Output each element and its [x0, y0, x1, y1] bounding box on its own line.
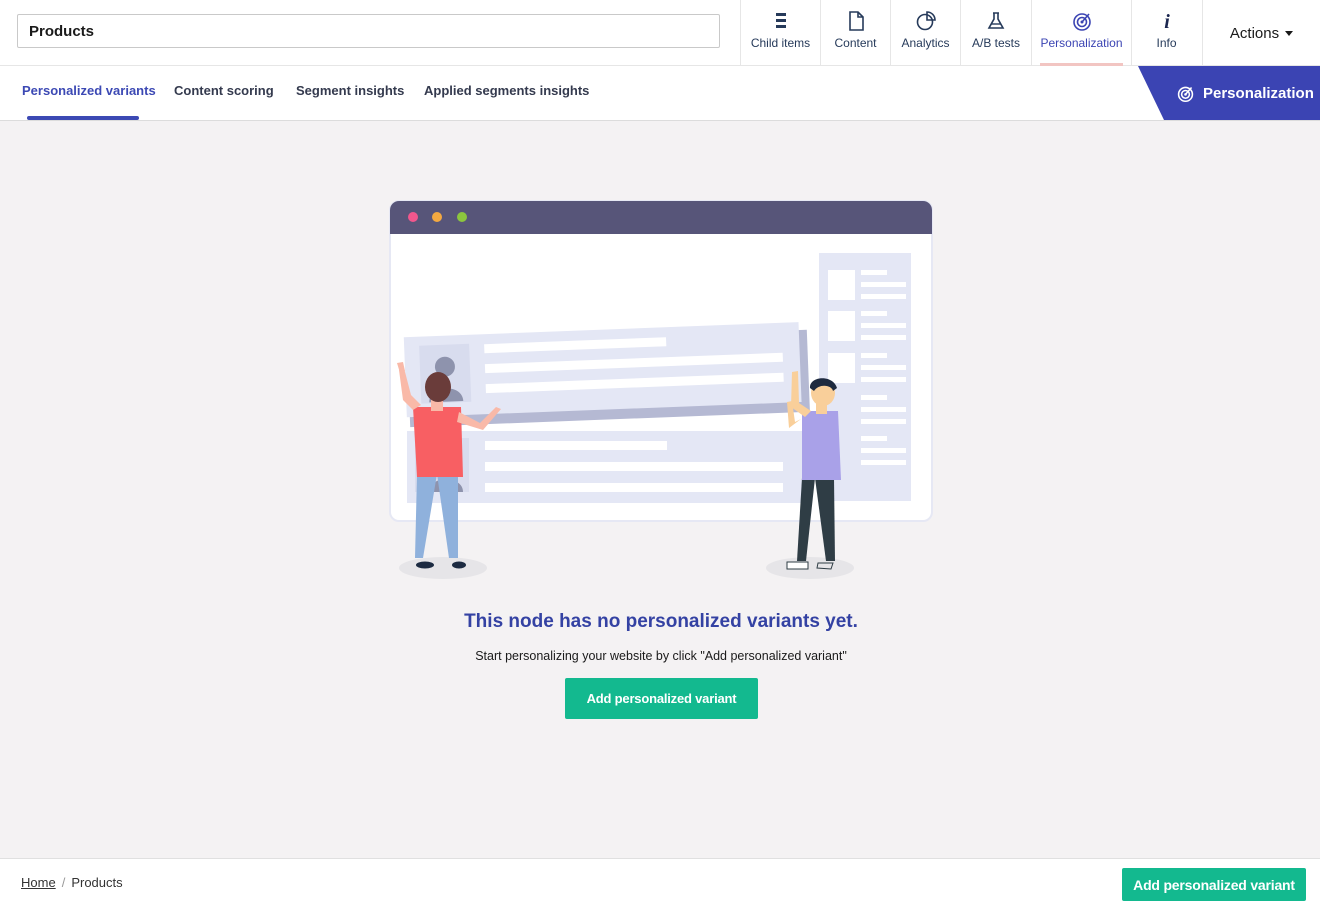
tab-segment-insights[interactable]: Segment insights	[296, 66, 404, 120]
target-icon	[1177, 86, 1194, 102]
target-icon	[1072, 13, 1091, 31]
page-name-input[interactable]	[17, 14, 720, 48]
app-personalization[interactable]: Personalization	[1031, 0, 1131, 66]
flask-icon	[987, 12, 1005, 29]
empty-state-illustration	[389, 200, 933, 579]
add-personalized-variant-button[interactable]: Add personalized variant	[565, 678, 758, 719]
app-label: Info	[1156, 36, 1177, 50]
header-bar: Child items Content Analytics A/B tests …	[0, 0, 1320, 66]
app-info[interactable]: i Info	[1131, 0, 1201, 66]
actions-menu-button[interactable]: Actions	[1202, 0, 1320, 66]
document-icon	[848, 11, 864, 31]
application-banner: Personalization	[1138, 66, 1320, 120]
svg-text:i: i	[1164, 11, 1170, 32]
app-label: Child items	[750, 36, 811, 50]
active-tab-indicator	[27, 116, 139, 120]
list-icon	[775, 13, 786, 28]
app-analytics[interactable]: Analytics	[890, 0, 960, 66]
tab-personalized-variants[interactable]: Personalized variants	[22, 66, 156, 120]
tab-applied-segments-insights[interactable]: Applied segments insights	[424, 66, 589, 120]
empty-state-subtitle: Start personalizing your website by clic…	[475, 649, 847, 663]
app-ab-tests[interactable]: A/B tests	[960, 0, 1031, 66]
application-banner-label: Personalization	[1203, 84, 1314, 102]
caret-down-icon	[1285, 30, 1294, 36]
breadcrumb-separator: /	[61, 875, 66, 890]
footer-add-personalized-variant-button[interactable]: Add personalized variant	[1122, 868, 1306, 901]
breadcrumb: Home / Products	[21, 875, 123, 890]
pie-chart-icon	[916, 11, 936, 31]
actions-label: Actions	[1229, 24, 1280, 42]
application-toolbar: Child items Content Analytics A/B tests …	[740, 0, 1201, 66]
app-label: Content	[834, 36, 877, 50]
empty-state-title: This node has no personalized variants y…	[464, 611, 858, 632]
app-child-items[interactable]: Child items	[740, 0, 820, 66]
footer-bar: Home / Products Add personalized variant	[0, 858, 1320, 903]
breadcrumb-current: Products	[71, 875, 123, 890]
tab-content-scoring[interactable]: Content scoring	[174, 66, 274, 120]
app-content[interactable]: Content	[820, 0, 890, 66]
app-label: Analytics	[901, 36, 950, 50]
app-label: A/B tests	[971, 36, 1021, 50]
breadcrumb-home-link[interactable]: Home	[21, 875, 56, 890]
app-label: Personalization	[1040, 36, 1123, 50]
info-icon: i	[1164, 11, 1170, 32]
tab-bar: Personalized variants Content scoring Se…	[0, 66, 1320, 121]
